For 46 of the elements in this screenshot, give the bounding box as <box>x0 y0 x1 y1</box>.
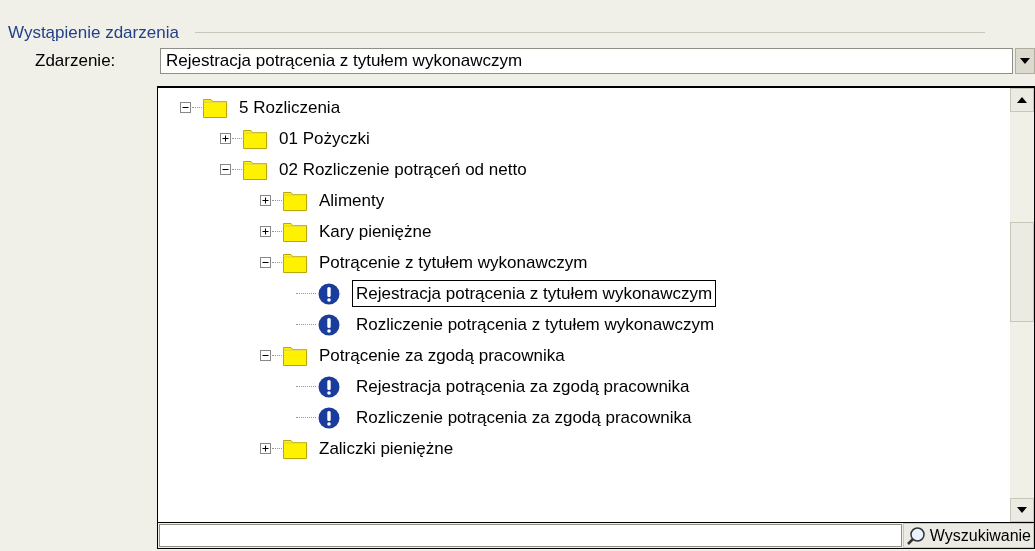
expand-icon[interactable] <box>260 195 271 206</box>
collapse-icon[interactable] <box>220 164 231 175</box>
scrollbar[interactable] <box>1010 88 1034 522</box>
exclamation-icon <box>318 406 340 429</box>
folder-icon <box>243 128 267 149</box>
search-icon <box>905 525 926 546</box>
tree-item[interactable]: Potrącenie za zgodą pracownika <box>315 341 569 370</box>
tree-item[interactable]: 02 Rozliczenie potrąceń od netto <box>275 155 531 184</box>
folder-icon <box>283 252 307 273</box>
scroll-up-button[interactable] <box>1010 88 1034 112</box>
event-combobox[interactable]: Rejestracja potrącenia z tytułem wykonawczym <box>160 48 1013 74</box>
scroll-thumb[interactable] <box>1010 222 1034 322</box>
tree-item[interactable]: Zaliczki pieniężne <box>315 434 458 463</box>
search-field[interactable] <box>159 524 902 547</box>
dropdown-button[interactable] <box>1015 48 1035 74</box>
tree-item[interactable]: Rejestracja potrącenia za zgodą pracownika <box>352 372 694 401</box>
folder-icon <box>283 438 307 459</box>
tree-item[interactable]: Rejestracja potrącenia z tytułem wykonawczym <box>352 279 717 308</box>
collapse-icon[interactable] <box>180 102 191 113</box>
search-button[interactable]: Wyszukiwanie <box>902 523 1034 548</box>
expand-icon[interactable] <box>220 133 231 144</box>
tree-item[interactable]: 01 Pożyczki <box>275 124 374 153</box>
caret-icon <box>1017 507 1027 513</box>
tree-item[interactable]: Kary pieniężne <box>315 217 436 246</box>
caret-icon <box>1017 97 1027 103</box>
folder-icon <box>203 97 227 118</box>
collapse-icon[interactable] <box>260 257 271 268</box>
folder-icon <box>283 190 307 211</box>
exclamation-icon <box>318 313 340 336</box>
folder-icon <box>283 221 307 242</box>
scroll-down-button[interactable] <box>1010 498 1034 522</box>
tree-item[interactable]: 5 Rozliczenia <box>235 93 345 122</box>
folder-icon <box>283 345 307 366</box>
tree-item[interactable]: Rozliczenie potrącenia z tytułem wykonawczym <box>352 310 719 339</box>
tree-item[interactable]: Alimenty <box>315 186 389 215</box>
expand-icon[interactable] <box>260 443 271 454</box>
section-title: Wystąpienie zdarzenia <box>8 21 179 44</box>
field-label: Zdarzenie: <box>34 50 117 73</box>
tree-item[interactable]: Potrącenie z tytułem wykonawczym <box>315 248 592 277</box>
collapse-icon[interactable] <box>260 350 271 361</box>
folder-icon <box>243 159 267 180</box>
exclamation-icon <box>318 282 340 305</box>
exclamation-icon <box>318 375 340 398</box>
expand-icon[interactable] <box>260 226 271 237</box>
tree-item[interactable]: Rozliczenie potrącenia za zgodą pracownika <box>352 403 696 432</box>
caret-icon <box>1020 58 1030 64</box>
